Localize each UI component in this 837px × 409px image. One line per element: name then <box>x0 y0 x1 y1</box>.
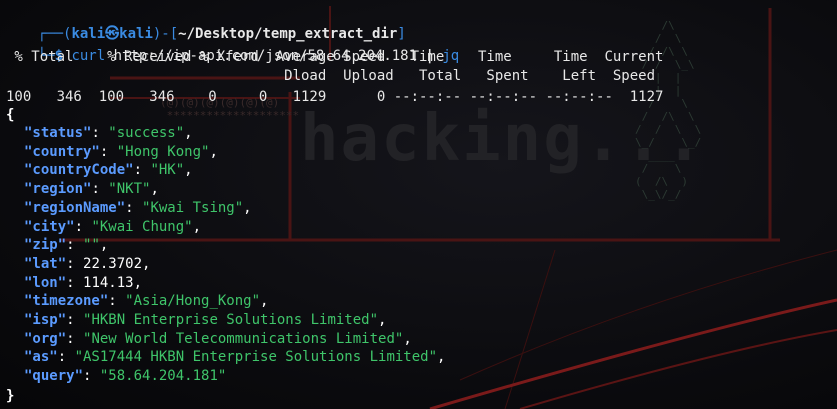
terminal-window[interactable]: hacking... /\ / \ / /\ \ /_/ \_\ | | | |… <box>0 0 837 409</box>
json-key: "lon" <box>24 274 67 291</box>
json-value: "58.64.204.181" <box>99 368 227 385</box>
progress-header-2: Dload Upload Total Spent Left Speed <box>6 68 656 84</box>
json-comma: , <box>378 312 387 328</box>
json-value: "New World Telecommunications Limited" <box>83 330 404 347</box>
json-colon: : <box>66 255 84 272</box>
json-key: "country" <box>24 143 100 160</box>
json-comma: , <box>133 274 143 291</box>
json-key: "lat" <box>24 255 67 272</box>
json-comma: , <box>243 199 252 216</box>
json-value: "NKT" <box>108 181 151 198</box>
json-key: "region" <box>24 181 92 198</box>
json-value: 114.13 <box>83 274 134 291</box>
json-open-brace: { <box>6 107 15 123</box>
json-field: "country": "Hong Kong", <box>6 143 218 162</box>
json-close-brace: } <box>6 388 15 404</box>
json-key: "as" <box>24 349 58 366</box>
json-field: "city": "Kwai Chung", <box>6 218 201 237</box>
json-value: "" <box>83 237 100 254</box>
json-key: "countryCode" <box>24 162 134 179</box>
json-colon: : <box>83 368 100 385</box>
json-comma: , <box>99 237 109 254</box>
json-comma: , <box>184 125 193 141</box>
json-value: 22.3702 <box>83 255 143 272</box>
json-field: "zip": "", <box>6 236 108 255</box>
json-colon: : <box>91 181 109 198</box>
json-field: "query": "58.64.204.181" <box>6 367 226 386</box>
json-colon: : <box>108 293 126 310</box>
json-colon: : <box>66 330 84 347</box>
json-field: "org": "New World Telecommunications Lim… <box>6 330 412 349</box>
json-key: "timezone" <box>24 293 109 310</box>
json-colon: : <box>74 218 92 235</box>
json-comma: , <box>403 330 412 347</box>
json-value: "HKBN Enterprise Solutions Limited" <box>83 312 379 328</box>
json-field: "isp": "HKBN Enterprise Solutions Limite… <box>6 311 386 330</box>
json-colon: : <box>66 237 84 254</box>
json-colon: : <box>66 312 84 328</box>
json-value: "AS17444 HKBN Enterprise Solutions Limit… <box>74 349 438 366</box>
json-field: "countryCode": "HK", <box>6 161 193 180</box>
json-value: "Asia/Hong_Kong" <box>125 293 261 310</box>
json-comma: , <box>192 218 202 235</box>
json-colon: : <box>99 143 117 160</box>
json-comma: , <box>209 143 218 160</box>
json-colon: : <box>133 162 151 179</box>
json-value: "Kwai Chung" <box>91 218 193 235</box>
json-value: "HK" <box>150 162 185 179</box>
json-value: "Hong Kong" <box>116 143 210 160</box>
json-field: "lat": 22.3702, <box>6 255 150 274</box>
progress-header-1: % Total % Received % Xferd Average Speed… <box>6 49 664 65</box>
progress-row: 100 346 100 346 0 0 1129 0 --:--:-- --:-… <box>6 89 664 105</box>
json-field: "timezone": "Asia/Hong_Kong", <box>6 292 268 311</box>
json-field: "as": "AS17444 HKBN Enterprise Solutions… <box>6 348 445 367</box>
json-field: "region": "NKT", <box>6 180 159 199</box>
json-comma: , <box>260 293 269 310</box>
json-comma: , <box>184 162 193 179</box>
json-colon: : <box>57 349 75 366</box>
json-colon: : <box>125 199 143 216</box>
json-field: "status": "success", <box>6 124 193 143</box>
json-comma: , <box>437 349 446 366</box>
json-key: "status" <box>24 125 92 141</box>
json-colon: : <box>91 125 109 141</box>
json-key: "org" <box>24 330 67 347</box>
json-key: "query" <box>24 368 84 385</box>
json-value: "success" <box>108 125 185 141</box>
json-key: "zip" <box>24 237 67 254</box>
json-field: "lon": 114.13, <box>6 274 142 293</box>
json-comma: , <box>150 181 159 198</box>
json-field: "regionName": "Kwai Tsing", <box>6 199 252 218</box>
json-value: "Kwai Tsing" <box>142 199 244 216</box>
json-comma: , <box>142 255 151 272</box>
json-key: "city" <box>24 218 75 235</box>
json-key: "isp" <box>24 312 67 328</box>
json-key: "regionName" <box>24 199 126 216</box>
json-colon: : <box>66 274 84 291</box>
